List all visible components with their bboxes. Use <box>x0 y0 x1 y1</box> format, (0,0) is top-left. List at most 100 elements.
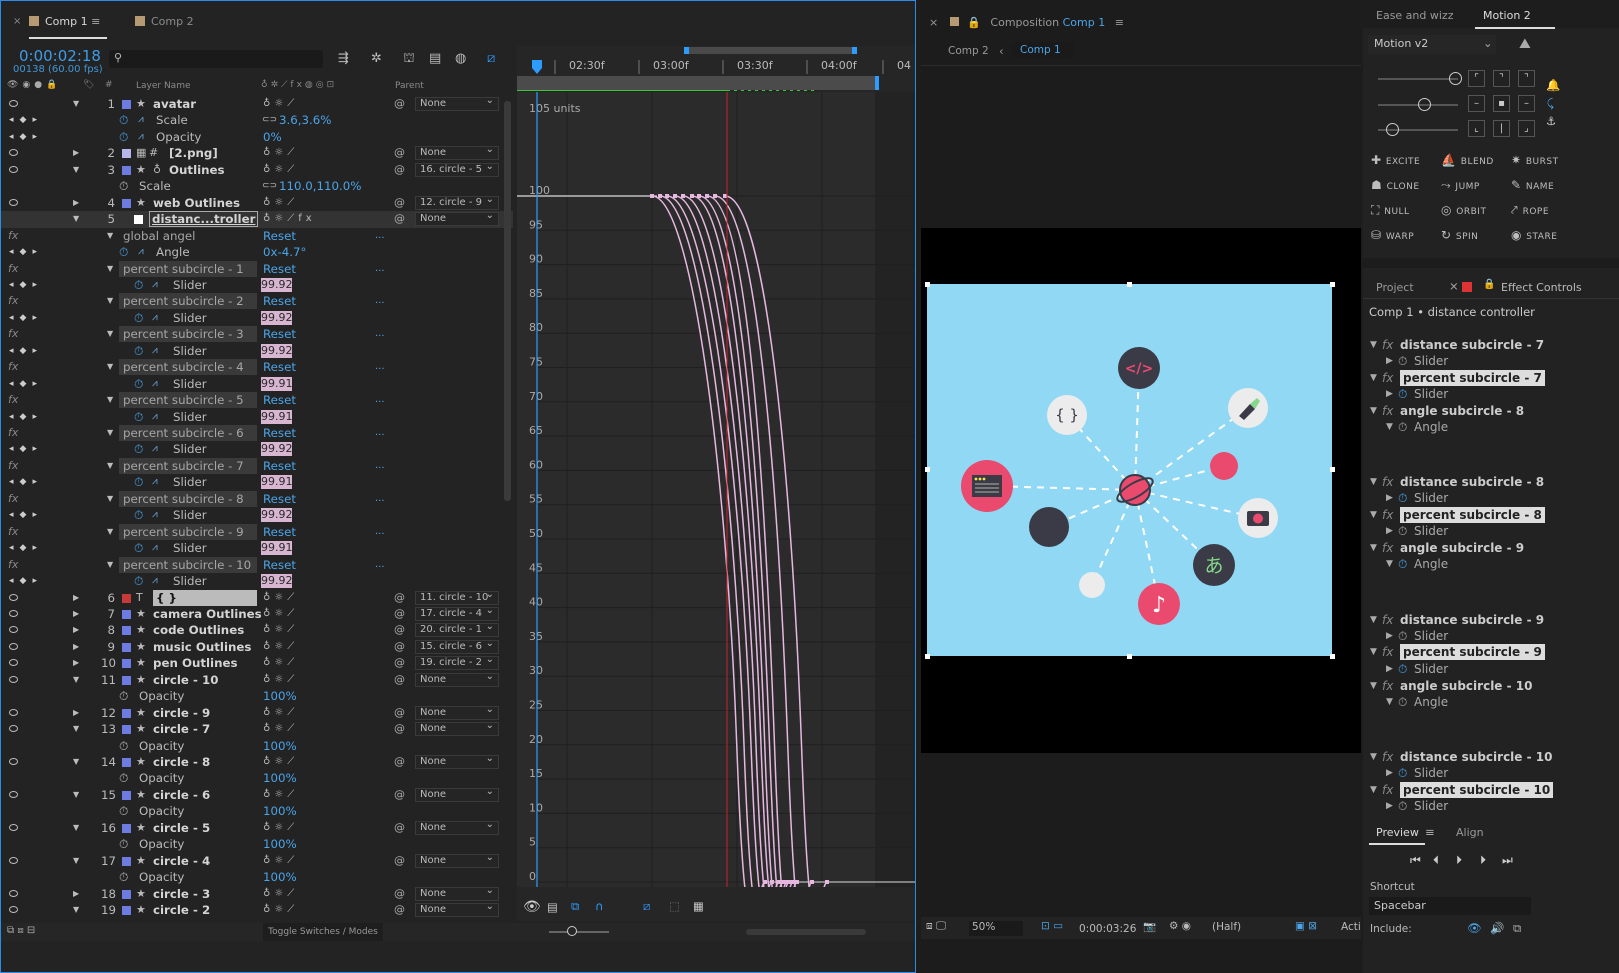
visibility-eye-icon[interactable] <box>9 659 18 667</box>
transform-box-icon[interactable]: ⧉ <box>571 899 579 914</box>
effect-name[interactable]: distance subcircle - 7 <box>1400 337 1544 353</box>
close-tab-icon[interactable]: × <box>13 16 21 27</box>
keyframe-nav-icon[interactable]: ◂◆▸ <box>9 409 43 425</box>
anchor-point-button[interactable]: – <box>1518 95 1535 112</box>
label-color-swatch[interactable] <box>122 790 131 800</box>
layer-row[interactable]: ▶ 6 T { } ♁☼⟋ @11. circle - 10 <box>1 589 513 607</box>
motion-button-rope[interactable]: ⤤ ROPE <box>1511 203 1549 218</box>
property-value[interactable]: 110.0,110.0% <box>279 178 362 194</box>
work-area-start[interactable] <box>684 47 689 54</box>
layer-row[interactable]: ◂◆▸ ⏱ ⩘ Slider 99.91 <box>1 375 513 393</box>
preview-menu-icon[interactable]: ≡ <box>1425 825 1435 839</box>
layer-row[interactable]: fx ▼ percent subcircle - 2 Reset... <box>1 293 513 310</box>
keyframe-point[interactable] <box>673 194 677 198</box>
stopwatch-icon[interactable]: ⏱ <box>1398 556 1407 572</box>
twirl-arrow-icon[interactable]: ▼ <box>1370 337 1377 353</box>
effect-options[interactable]: ... <box>375 392 385 408</box>
shortcut-dropdown[interactable]: Spacebar <box>1369 897 1531 915</box>
reset-link[interactable]: Reset <box>263 425 296 441</box>
keyframe-point[interactable] <box>723 194 727 198</box>
layer-row[interactable]: fx ▼ percent subcircle - 4 Reset... <box>1 359 513 376</box>
layer-name[interactable]: circle - 4 <box>153 853 210 869</box>
keyframe-nav-icon[interactable]: ◂◆▸ <box>9 244 43 260</box>
visibility-eye-icon[interactable] <box>9 675 18 683</box>
stopwatch-icon[interactable]: ⏱ <box>134 540 143 556</box>
twirl-arrow-icon[interactable]: ▶ <box>73 145 79 161</box>
motion-button-clone[interactable]: ☗ CLONE <box>1371 178 1420 192</box>
layer-row[interactable]: ▶ 8 ★ code Outlines ♁☼⟋ @20. circle - 1 <box>1 621 513 639</box>
keyframe-point[interactable] <box>825 880 829 884</box>
slider-1-handle[interactable] <box>1449 72 1462 85</box>
visibility-eye-icon[interactable] <box>9 642 18 650</box>
twirl-arrow-icon[interactable]: ▶ <box>73 705 79 721</box>
slider-value[interactable]: 99.91 <box>261 541 293 556</box>
twirl-arrow-icon[interactable]: ▶ <box>73 195 79 211</box>
stopwatch-icon[interactable]: ⏱ <box>119 836 128 852</box>
layer-switches[interactable]: ♁☼⟋ <box>263 622 298 638</box>
parent-pickwhip-icon[interactable]: @ <box>394 162 405 178</box>
visibility-eye-icon[interactable] <box>9 100 18 107</box>
keyframe-nav-icon[interactable]: ◂◆▸ <box>9 129 43 145</box>
layer-switches[interactable]: ♁☼⟋ <box>263 655 298 671</box>
graph-toggle-icon[interactable]: ⩘ <box>152 343 158 359</box>
layer-row[interactable]: ◂◆▸ ⏱ ⩘ Slider 99.92 <box>1 573 513 590</box>
effect-name[interactable]: percent subcircle - 9 <box>119 523 257 540</box>
effect-options[interactable]: ... <box>375 458 385 474</box>
label-color-swatch[interactable] <box>122 198 131 208</box>
ec-row[interactable]: ▼ fx distance subcircle - 9 <box>1368 612 1568 628</box>
comp-flowchart-icon[interactable]: ⇶ <box>338 51 349 66</box>
stopwatch-icon[interactable]: ⏱ <box>1398 490 1407 506</box>
twirl-arrow-icon[interactable]: ▼ <box>1370 474 1377 490</box>
reset-link[interactable]: Reset <box>263 392 296 408</box>
constrain-link-icon[interactable]: ⊂⊃ <box>262 112 277 128</box>
tab-project[interactable]: Project <box>1376 281 1414 294</box>
graph-toggle-icon[interactable]: ⩘ <box>138 112 144 128</box>
twirl-arrow-icon[interactable]: ▼ <box>1386 694 1393 710</box>
keyframe-nav-icon[interactable]: ◂◆▸ <box>9 507 43 523</box>
parent-dropdown[interactable]: None <box>415 671 499 687</box>
layer-row[interactable]: ▶ 2 ▦ # [2.png] ♁☼⟋ @ None <box>1 144 513 162</box>
camera-icon[interactable]: 📷 <box>1143 920 1156 933</box>
label-color-swatch[interactable] <box>122 609 131 619</box>
twirl-arrow-icon[interactable]: ▼ <box>73 721 79 737</box>
fit-all-icon[interactable]: ⬚ <box>669 899 680 913</box>
layer-row[interactable]: ⏱ Opacity 100% <box>1 688 513 705</box>
graph-toggle-icon[interactable]: ⩘ <box>152 376 158 392</box>
layer-name[interactable]: music Outlines <box>153 639 251 655</box>
slider-value[interactable]: 99.91 <box>261 376 293 391</box>
layer-name[interactable]: circle - 8 <box>153 754 210 770</box>
tab-motion-2[interactable]: Motion 2 <box>1483 9 1531 22</box>
layer-row[interactable]: ⏱ Opacity 100% <box>1 836 513 853</box>
keyframe-point[interactable] <box>658 194 662 198</box>
twirl-arrow-icon[interactable]: ▶ <box>73 590 79 606</box>
include-video-icon[interactable]: 👁 <box>1467 921 1482 935</box>
twirl-arrow-icon[interactable]: ▶ <box>73 655 79 671</box>
ec-row[interactable]: ▶ ⏱ Slider <box>1368 490 1568 506</box>
anchor-icon-2[interactable]: ⤹ <box>1547 96 1554 111</box>
twirl-arrow-icon[interactable]: ▼ <box>73 672 79 688</box>
twirl-arrow-icon[interactable]: ▼ <box>1370 644 1377 660</box>
stopwatch-icon[interactable]: ⏱ <box>119 129 128 145</box>
stopwatch-icon[interactable]: ⏱ <box>119 244 128 260</box>
value-graph[interactable]: 1009590858075706560555045403530252015105… <box>517 92 915 887</box>
visibility-eye-icon[interactable] <box>9 198 18 206</box>
ec-row[interactable]: ▶ ⏱ Slider <box>1368 628 1568 644</box>
property-value[interactable]: 100% <box>263 688 297 704</box>
layer-switches[interactable]: ♁☼⟋ <box>263 705 298 721</box>
twirl-arrow-icon[interactable]: ▶ <box>1386 798 1393 814</box>
reset-link[interactable]: Reset <box>263 458 296 474</box>
selection-handle[interactable] <box>1330 654 1335 659</box>
keyframe-nav-icon[interactable]: ◂◆▸ <box>9 441 43 457</box>
twirl-arrow-icon[interactable]: ▼ <box>107 425 113 441</box>
label-color-swatch[interactable] <box>122 725 131 735</box>
twirl-arrow-icon[interactable]: ▼ <box>73 96 79 112</box>
stopwatch-icon[interactable]: ⏱ <box>1398 419 1407 435</box>
twirl-arrow-icon[interactable]: ▶ <box>73 639 79 655</box>
effect-options[interactable]: ... <box>375 359 385 375</box>
parent-pickwhip-icon[interactable]: @ <box>394 96 405 112</box>
layer-row[interactable]: ◂◆▸ ⏱ ⩘ Scale ⊂⊃ 3.6,3.6% <box>1 112 513 129</box>
layer-row[interactable]: ▶ 12 ★ circle - 9 ♁☼⟋ @ None <box>1 704 513 722</box>
anchor-point-button[interactable]: | <box>1493 120 1510 137</box>
comp-canvas[interactable]: </> { } あ ♪ <box>921 228 1361 753</box>
stopwatch-icon[interactable]: ⏱ <box>1398 661 1407 677</box>
